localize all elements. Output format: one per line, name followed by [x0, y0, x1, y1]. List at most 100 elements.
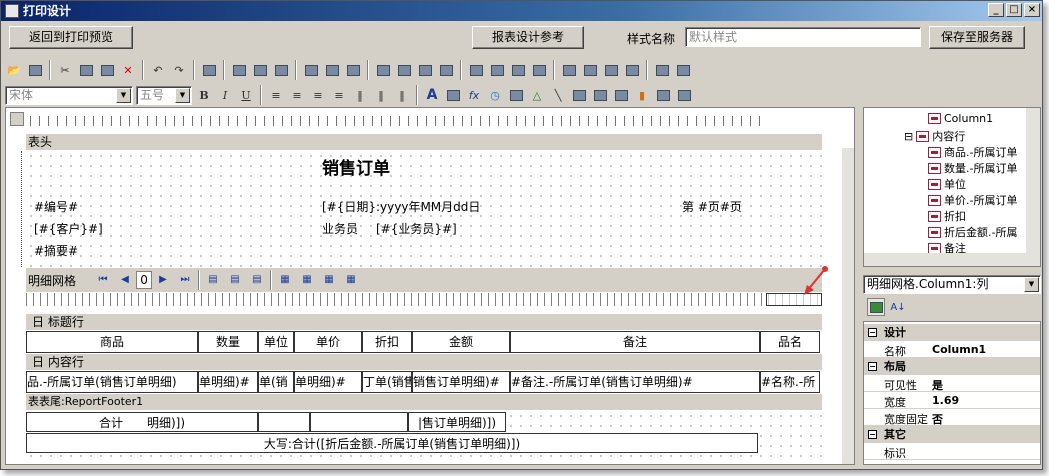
- h-space-equal-icon[interactable]: [467, 61, 485, 79]
- footer-empty-cell[interactable]: [310, 412, 408, 432]
- collapse-icon[interactable]: −: [868, 328, 877, 337]
- save-to-server-button[interactable]: 保存至服务器: [929, 26, 1025, 49]
- back-to-preview-button[interactable]: 返回到打印预览: [9, 26, 133, 49]
- title-cell[interactable]: 品名: [760, 331, 820, 353]
- text-left-icon[interactable]: ≡: [267, 86, 285, 104]
- tree-node-item[interactable]: 折后金额.-所属: [928, 224, 1017, 240]
- field-date[interactable]: [#{日期}:yyyy年MM月dd日: [322, 198, 480, 215]
- bring-front-icon[interactable]: [653, 61, 671, 79]
- band-title-row[interactable]: 日 标题行: [26, 314, 822, 330]
- maximize-button[interactable]: □: [1006, 3, 1022, 17]
- h-space-remove-icon[interactable]: [530, 61, 548, 79]
- delete-icon[interactable]: ✕: [119, 61, 137, 79]
- property-row[interactable]: 宽度 1.69: [864, 392, 1040, 409]
- title-cell[interactable]: 单位: [258, 331, 294, 353]
- copy-icon[interactable]: [77, 61, 95, 79]
- clock-icon[interactable]: ◷: [486, 86, 504, 104]
- tree-node-group[interactable]: ⊟ 内容行: [904, 128, 965, 144]
- static-text-icon[interactable]: A: [423, 86, 441, 104]
- footer-empty-cell[interactable]: [258, 412, 310, 432]
- align-top-icon[interactable]: [302, 61, 320, 79]
- last-page-icon[interactable]: ⏭: [177, 272, 193, 288]
- text-right-icon[interactable]: ≡: [309, 86, 327, 104]
- text-bottom-icon[interactable]: ‖: [393, 86, 411, 104]
- report-reference-button[interactable]: 报表设计参考: [472, 26, 584, 49]
- footer-amount-cell[interactable]: |售订单明细)]): [408, 412, 506, 432]
- send-back-icon[interactable]: [674, 61, 692, 79]
- field-list-icon[interactable]: ▤: [227, 272, 243, 288]
- field-page[interactable]: 第 #页#页: [682, 198, 742, 215]
- field-box-icon[interactable]: [444, 86, 462, 104]
- field-customer[interactable]: [#{客户}#]: [34, 220, 103, 237]
- v-space-dec-icon[interactable]: [602, 61, 620, 79]
- save-icon[interactable]: [26, 61, 44, 79]
- tree-node-item[interactable]: 单价.-所属订单: [928, 192, 1017, 208]
- property-object-select[interactable]: 明细网格.Column1:列 ▼: [863, 275, 1041, 294]
- content-cell[interactable]: 单明细)#: [294, 371, 362, 393]
- paste-icon[interactable]: [98, 61, 116, 79]
- prev-page-icon[interactable]: ◀: [117, 272, 133, 288]
- italic-icon[interactable]: I: [216, 86, 234, 104]
- tree-hscrollbar[interactable]: [864, 253, 1040, 266]
- box-icon[interactable]: [612, 86, 630, 104]
- title-cell[interactable]: 折扣: [362, 331, 412, 353]
- footer-uppercase-cell[interactable]: 大写:合计([折后金额.-所属订单(销售订单明细)]): [26, 433, 758, 453]
- bold-icon[interactable]: B: [195, 86, 213, 104]
- align-right-icon[interactable]: [272, 61, 290, 79]
- sort-icon[interactable]: ▤: [249, 272, 265, 288]
- property-row[interactable]: 名称 Column1: [864, 341, 1040, 358]
- footer-total-label[interactable]: 合计 明细)]): [26, 412, 258, 432]
- v-space-equal-icon[interactable]: [560, 61, 578, 79]
- barcode-icon[interactable]: [570, 86, 588, 104]
- title-cell[interactable]: 单价: [294, 331, 362, 353]
- property-category[interactable]: − 布局: [864, 358, 1040, 375]
- collapse-icon[interactable]: ⊟: [904, 130, 913, 143]
- collapse-icon[interactable]: −: [868, 430, 877, 439]
- expression-icon[interactable]: fx: [465, 86, 483, 104]
- canvas-scrollbar[interactable]: [842, 148, 854, 464]
- align-middle-icon[interactable]: [323, 61, 341, 79]
- report-title[interactable]: 销售订单: [322, 154, 390, 179]
- same-width-icon[interactable]: [374, 61, 392, 79]
- field-code[interactable]: #编号#: [34, 198, 78, 215]
- minimize-button[interactable]: _: [988, 3, 1004, 17]
- style-name-input[interactable]: 默认样式: [685, 27, 921, 47]
- grid-group-icon[interactable]: ▦: [321, 272, 337, 288]
- content-cell[interactable]: 品.-所属订单(销售订单明细): [26, 371, 198, 393]
- content-cell[interactable]: #名称.-所: [760, 371, 820, 393]
- h-space-inc-icon[interactable]: [488, 61, 506, 79]
- page-icon[interactable]: [507, 86, 525, 104]
- text-top-icon[interactable]: ‖: [351, 86, 369, 104]
- grid-table-icon[interactable]: ▦: [343, 272, 359, 288]
- categorized-icon[interactable]: [867, 298, 885, 316]
- title-cell[interactable]: 数量: [198, 331, 258, 353]
- property-category[interactable]: − 其它: [864, 426, 1040, 443]
- title-cell[interactable]: 备注: [510, 331, 760, 353]
- tree-node-item[interactable]: 商品.-所属订单: [928, 144, 1017, 160]
- close-button[interactable]: ×: [1024, 3, 1040, 17]
- collapse-icon[interactable]: −: [868, 362, 877, 371]
- field-summary[interactable]: #摘要#: [34, 242, 78, 259]
- property-category[interactable]: − 设计: [864, 324, 1040, 341]
- open-icon[interactable]: 📂: [5, 61, 23, 79]
- subreport-icon[interactable]: [675, 86, 693, 104]
- underline-icon[interactable]: U: [237, 86, 255, 104]
- property-row[interactable]: 可见性是: [864, 375, 1040, 392]
- first-page-icon[interactable]: ⏮: [95, 272, 111, 288]
- property-row[interactable]: 宽度固定否: [864, 409, 1040, 426]
- align-grid-icon[interactable]: [200, 61, 218, 79]
- band-header[interactable]: 表头: [26, 134, 822, 150]
- sql-icon[interactable]: ▤: [205, 272, 221, 288]
- title-cell[interactable]: 金额: [412, 331, 510, 353]
- next-page-icon[interactable]: ▶: [155, 272, 171, 288]
- band-content-row[interactable]: 日 内容行: [26, 354, 822, 370]
- h-space-dec-icon[interactable]: [509, 61, 527, 79]
- undo-icon[interactable]: ↶: [149, 61, 167, 79]
- content-cell[interactable]: 单明细)#: [198, 371, 258, 393]
- text-center-icon[interactable]: ≡: [288, 86, 306, 104]
- field-salesman[interactable]: [#{业务员}#]: [376, 220, 457, 237]
- tree-node-item[interactable]: 折扣: [928, 208, 966, 224]
- alphabetical-icon[interactable]: A↓: [889, 298, 907, 316]
- outline-tree[interactable]: Column1 ⊟ 内容行 商品.-所属订单 数量.-所属订单 单位 单价.-所属订单 折扣折…: [863, 107, 1041, 267]
- grid-icon[interactable]: [654, 86, 672, 104]
